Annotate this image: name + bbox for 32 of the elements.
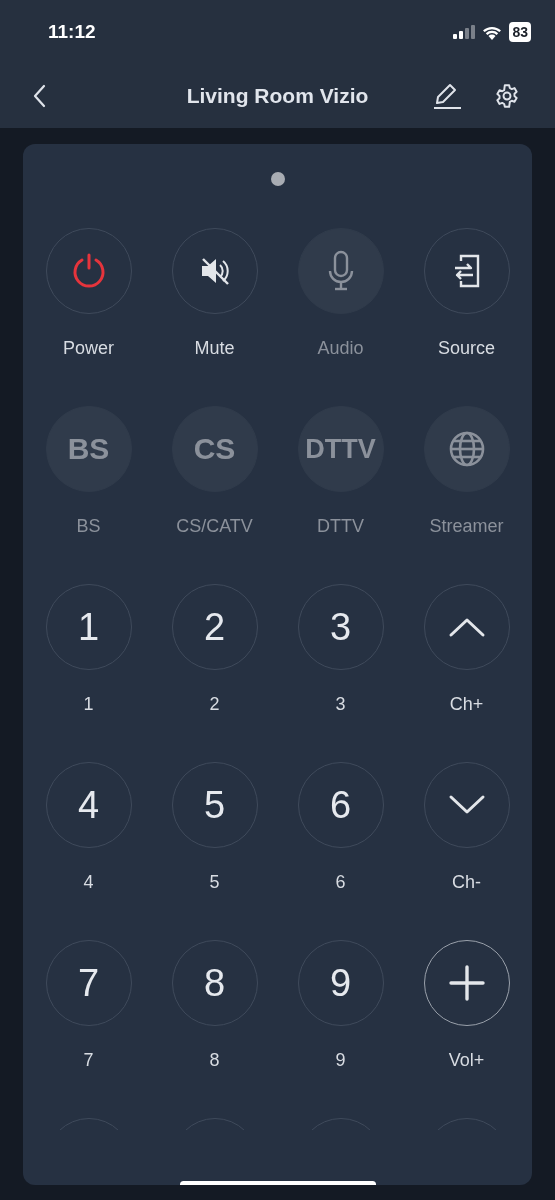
button-label: Ch+ [449,694,484,714]
signal-icon [453,25,476,39]
button-label: Ch- [452,872,481,892]
plus-icon [448,965,485,1001]
button-label: 1 [83,694,94,714]
button-label: 3 [335,694,346,714]
nav-title: Living Room Vizio [186,84,369,108]
button-label: 9 [335,1050,346,1070]
battery-icon: 83 [509,22,531,42]
button-label: Audio [317,338,364,358]
button-label: 2 [209,694,220,714]
button-label: 8 [209,1050,220,1070]
button-label: 4 [83,872,94,892]
chevron-up-icon [447,616,486,638]
back-icon[interactable] [33,84,47,108]
button-label: Streamer [429,516,504,536]
button-label: CS/CATV [176,516,253,536]
settings-icon[interactable] [494,83,520,109]
button-label: Mute [194,338,235,358]
button-label: BS [76,516,101,536]
status-time: 11:12 [48,21,96,43]
button-label: 7 [83,1050,94,1070]
chevron-down-icon [447,794,486,816]
button-label: Vol+ [448,1050,485,1070]
wifi-icon [482,24,503,40]
button-label: Source [437,338,495,358]
button-label: 5 [209,872,220,892]
button-label: 6 [335,872,346,892]
edit-icon[interactable] [432,82,462,110]
page-dot [270,172,285,186]
button-label: Power [63,338,114,358]
button-label: DTTV [317,516,364,536]
